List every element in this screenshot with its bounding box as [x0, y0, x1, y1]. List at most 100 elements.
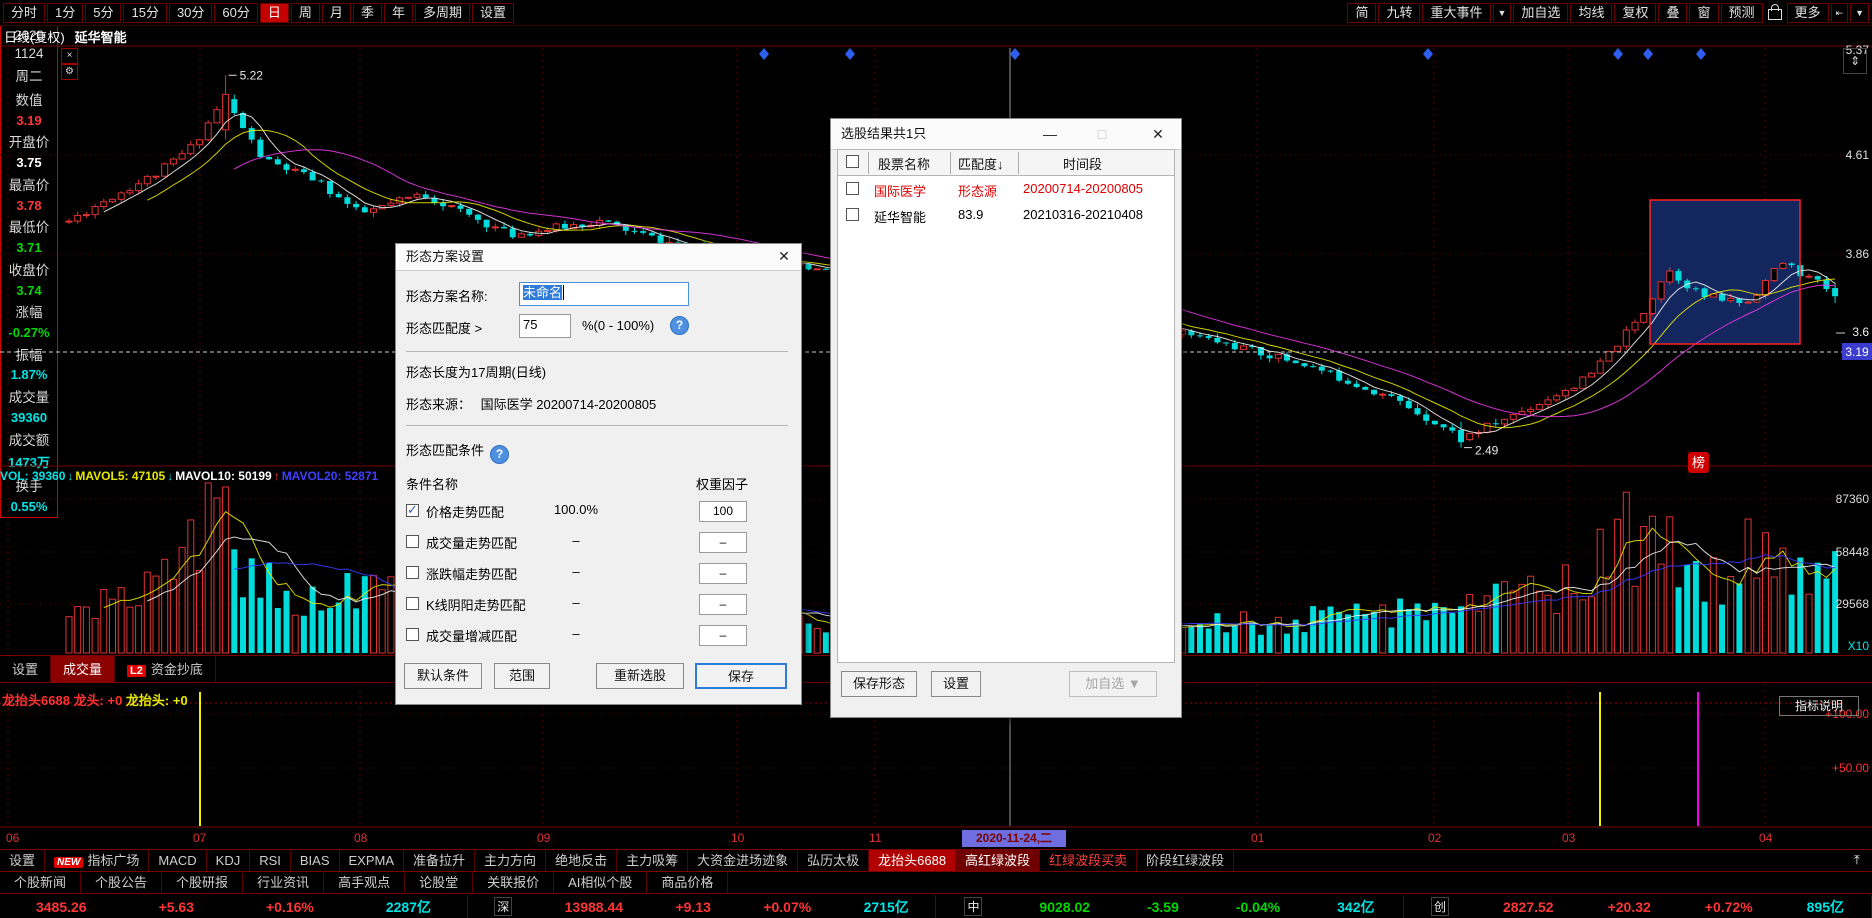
pane-resize-icon[interactable]: ⇕	[1843, 48, 1867, 74]
period-tab-1分[interactable]: 1分	[47, 3, 83, 23]
news-tab-个股新闻[interactable]: 个股新闻	[0, 873, 81, 893]
rank-badge[interactable]: 榜	[1688, 452, 1709, 473]
gear-icon[interactable]: ⚙	[61, 64, 78, 80]
period-tab-日[interactable]: 日	[260, 3, 289, 23]
volume-tab-设置[interactable]: 设置	[0, 656, 51, 683]
indicator-tab-大资金进场迹象[interactable]: 大资金进场迹象	[688, 850, 798, 871]
col-period[interactable]: 时间段	[1063, 154, 1102, 173]
news-tab-关联报价[interactable]: 关联报价	[473, 873, 554, 893]
period-tab-多周期[interactable]: 多周期	[415, 3, 470, 23]
indicator-tab-主力吸筹[interactable]: 主力吸筹	[617, 850, 688, 871]
period-tab-设置[interactable]: 设置	[472, 3, 514, 23]
col-stock-name[interactable]: 股票名称	[878, 154, 930, 173]
close-icon[interactable]: ✕	[1149, 126, 1167, 143]
period-tab-季[interactable]: 季	[353, 3, 382, 23]
lock-icon[interactable]	[1768, 9, 1782, 20]
indicator-tab-准备拉升[interactable]: 准备拉升	[404, 850, 475, 871]
toolbar-button-更多[interactable]: 更多	[1787, 3, 1829, 23]
toolbar-button-加自选[interactable]: 加自选	[1513, 3, 1568, 23]
help-icon[interactable]: ?	[670, 316, 689, 335]
toolbar-button-九转[interactable]: 九转	[1378, 3, 1420, 23]
period-tab-5分[interactable]: 5分	[85, 3, 121, 23]
period-tab-60分[interactable]: 60分	[214, 3, 257, 23]
volume-ma-segment: ↑	[274, 469, 280, 483]
condition-weight-input[interactable]: 100	[699, 501, 747, 522]
select-all-checkbox[interactable]	[846, 155, 859, 168]
indicator-tab-弘历太极[interactable]: 弘历太极	[798, 850, 869, 871]
condition-checkbox[interactable]	[406, 628, 419, 641]
设置-button[interactable]: 设置	[931, 671, 981, 697]
period-tab-年[interactable]: 年	[384, 3, 413, 23]
close-icon[interactable]: ✕	[775, 248, 793, 265]
period-tab-月[interactable]: 月	[322, 3, 351, 23]
date-tick: 04	[1759, 831, 1772, 845]
row-checkbox[interactable]	[846, 182, 859, 195]
result-row[interactable]: 延华智能83.920210316-20210408	[838, 202, 1174, 228]
collapse-left-icon[interactable]: ⇤	[1831, 3, 1849, 23]
indicator-tab-阶段红绿波段[interactable]: 阶段红绿波段	[1137, 850, 1234, 871]
toolbar-button-重大事件[interactable]: 重大事件	[1422, 3, 1490, 23]
news-tab-AI相似个股[interactable]: AI相似个股	[554, 873, 647, 893]
news-tab-论股堂[interactable]: 论股堂	[405, 873, 473, 893]
result-row[interactable]: 国际医学形态源20200714-20200805	[838, 176, 1174, 202]
dropdown-icon[interactable]: ▼	[1493, 3, 1512, 23]
condition-checkbox[interactable]	[406, 535, 419, 548]
news-tab-行业资讯[interactable]: 行业资讯	[243, 873, 324, 893]
indicator-tab-RSI[interactable]: RSI	[250, 850, 291, 871]
volume-tab-资金抄底[interactable]: L2资金抄底	[115, 656, 216, 683]
condition-checkbox[interactable]	[406, 566, 419, 579]
toolbar-button-窗[interactable]: 窗	[1689, 3, 1718, 23]
indicator-tab-绝地反击[interactable]: 绝地反击	[546, 850, 617, 871]
news-tab-高手观点[interactable]: 高手观点	[324, 873, 405, 893]
indicator-tab-MACD[interactable]: MACD	[149, 850, 206, 871]
match-input[interactable]: 75	[519, 314, 571, 338]
indicator-tab-红绿波段买卖[interactable]: 红绿波段买卖	[1040, 850, 1137, 871]
toolbar-button-简[interactable]: 简	[1347, 3, 1376, 23]
condition-weight-input[interactable]: –	[699, 625, 747, 646]
results-list[interactable]: 国际医学形态源20200714-20200805延华智能83.920210316…	[837, 175, 1175, 663]
范围-button[interactable]: 范围	[494, 663, 550, 689]
period-tab-周[interactable]: 周	[291, 3, 320, 23]
period-tab-30分[interactable]: 30分	[169, 3, 212, 23]
col-match[interactable]: 匹配度↓	[958, 154, 1004, 173]
indicator-help-button[interactable]: 指标说明	[1779, 696, 1859, 716]
保存形态-button[interactable]: 保存形态	[841, 671, 917, 697]
news-toolbar: 个股新闻个股公告个股研报行业资讯高手观点论股堂关联报价AI相似个股商品价格	[0, 873, 1872, 894]
maximize-icon[interactable]: □	[1093, 126, 1111, 142]
add-to-watchlist-button[interactable]: 加自选 ▼	[1069, 671, 1157, 697]
toolbar-button-复权[interactable]: 复权	[1614, 3, 1656, 23]
dropdown-icon[interactable]: ▼	[1850, 3, 1869, 23]
condition-checkbox[interactable]	[406, 504, 419, 517]
period-tab-15分[interactable]: 15分	[123, 3, 166, 23]
index-value: 2827.52	[1503, 899, 1554, 915]
close-icon[interactable]: ×	[61, 48, 78, 64]
news-tab-商品价格[interactable]: 商品价格	[647, 873, 728, 893]
condition-weight-input[interactable]: –	[699, 594, 747, 615]
period-tab-分时[interactable]: 分时	[3, 3, 45, 23]
minimize-icon[interactable]: —	[1041, 126, 1059, 142]
indicator-tab-EXPMA[interactable]: EXPMA	[340, 850, 405, 871]
重新选股-button[interactable]: 重新选股	[596, 663, 684, 689]
indicator-tab-BIAS[interactable]: BIAS	[291, 850, 340, 871]
condition-weight-input[interactable]: –	[699, 532, 747, 553]
toolbar-button-预测[interactable]: 预测	[1721, 3, 1763, 23]
condition-checkbox[interactable]	[406, 597, 419, 610]
indicator-tab-指标广场[interactable]: NEW指标广场	[45, 850, 149, 871]
name-input[interactable]: 未命名	[519, 282, 689, 306]
indicator-tab-高红绿波段[interactable]: 高红绿波段	[956, 850, 1040, 871]
indicator-tab-KDJ[interactable]: KDJ	[207, 850, 251, 871]
indicator-tab-主力方向[interactable]: 主力方向	[475, 850, 546, 871]
toolbar-button-叠[interactable]: 叠	[1658, 3, 1687, 23]
toolbar-button-均线[interactable]: 均线	[1570, 3, 1612, 23]
news-tab-个股研报[interactable]: 个股研报	[162, 873, 243, 893]
indicator-tab-设置[interactable]: 设置	[0, 850, 45, 871]
默认条件-button[interactable]: 默认条件	[404, 663, 482, 689]
pin-icon[interactable]: ⤒	[1854, 852, 1860, 868]
volume-tab-成交量[interactable]: 成交量	[51, 656, 115, 683]
保存-button[interactable]: 保存	[695, 663, 787, 689]
help-icon[interactable]: ?	[490, 445, 509, 464]
news-tab-个股公告[interactable]: 个股公告	[81, 873, 162, 893]
row-checkbox[interactable]	[846, 208, 859, 221]
condition-weight-input[interactable]: –	[699, 563, 747, 584]
indicator-tab-龙抬头6688[interactable]: 龙抬头6688	[869, 850, 956, 871]
